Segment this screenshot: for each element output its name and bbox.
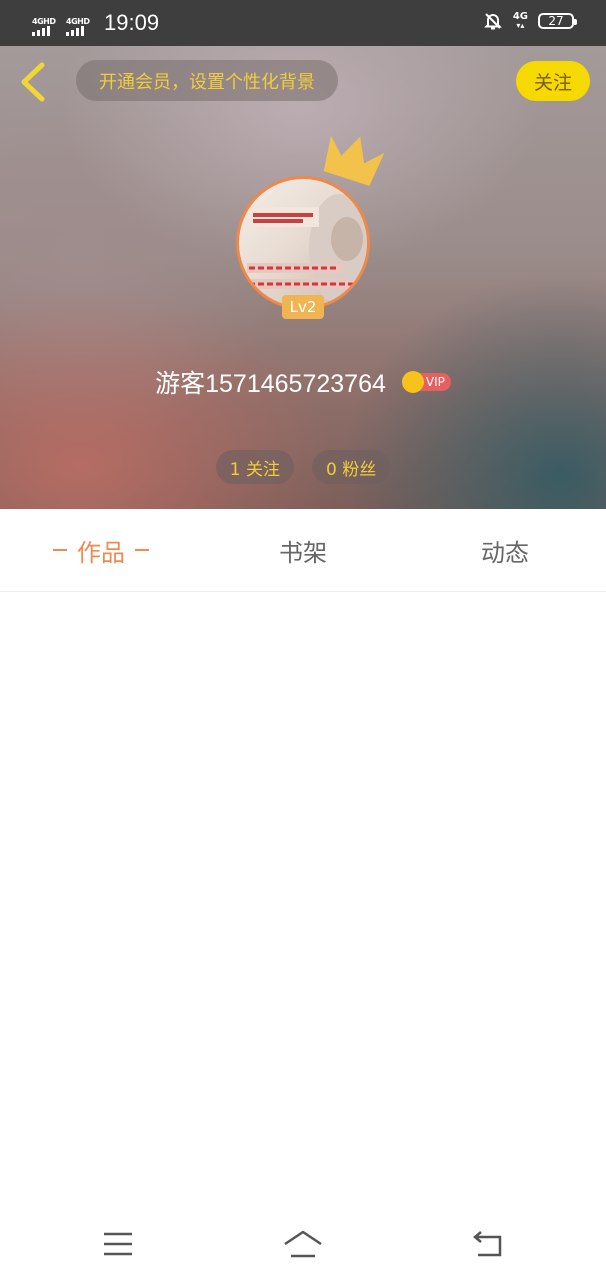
following-count: 1 关注 (229, 459, 280, 480)
stats-row: 1 关注 0 粉丝 (0, 450, 606, 484)
battery-level: 27 (548, 14, 564, 28)
tab-bookshelf-label: 书架 (279, 538, 327, 567)
followers-pill[interactable]: 0 粉丝 (312, 450, 391, 484)
sim2-label: 4GHD (66, 17, 90, 26)
sim1-label: 4GHD (32, 17, 56, 26)
following-pill[interactable]: 1 关注 (215, 450, 294, 484)
profile-tabs: 作品 书架 动态 (0, 509, 606, 592)
username-row: 游客1571465723764 VIP (0, 364, 606, 400)
status-left: 4GHD 4GHD 19:09 (32, 10, 159, 36)
profile-header: 开通会员，设置个性化背景 关注 Lv2 游客1571465723764 VIP … (0, 46, 606, 509)
menu-button[interactable] (88, 1222, 148, 1266)
avatar-image (236, 176, 370, 310)
back-nav-button[interactable] (458, 1222, 518, 1266)
signal-sim2-icon: 4GHD (66, 17, 94, 36)
tab-active-dash-left (53, 549, 67, 551)
follow-button[interactable]: 关注 (516, 61, 590, 101)
username: 游客1571465723764 (155, 370, 386, 398)
status-bar: 4GHD 4GHD 19:09 4G ▾▴ 27 (0, 0, 606, 46)
home-icon (284, 1230, 322, 1258)
battery-icon: 27 (538, 13, 577, 29)
chevron-left-icon (21, 62, 45, 102)
tab-bookshelf[interactable]: 书架 (202, 509, 404, 591)
vip-sun-icon (401, 371, 424, 393)
follow-label: 关注 (533, 71, 572, 94)
home-button[interactable] (273, 1222, 333, 1266)
tab-works[interactable]: 作品 (0, 509, 202, 591)
back-icon (473, 1231, 502, 1257)
tab-activity-label: 动态 (481, 538, 529, 567)
back-button[interactable] (14, 60, 54, 104)
level-badge: Lv2 (282, 295, 324, 319)
signal-sim1-icon: 4GHD (32, 17, 60, 36)
status-right: 4G ▾▴ 27 (483, 11, 577, 31)
mute-bell-icon (483, 13, 502, 30)
system-nav-bar (0, 1210, 606, 1280)
tab-active-dash-right (135, 549, 149, 551)
avatar-cover-art (247, 194, 367, 304)
avatar[interactable] (236, 176, 370, 310)
followers-count: 0 粉丝 (326, 459, 377, 480)
vip-badge: VIP (401, 371, 451, 393)
vip-banner-label: 开通会员，设置个性化背景 (99, 71, 315, 93)
network-icon: 4G ▾▴ (512, 11, 528, 30)
menu-icon (104, 1232, 132, 1256)
level-label: Lv2 (289, 298, 317, 316)
tab-works-label: 作品 (77, 538, 125, 567)
tab-activity[interactable]: 动态 (404, 509, 606, 591)
vip-banner-button[interactable]: 开通会员，设置个性化背景 (76, 60, 338, 101)
status-time: 19:09 (104, 10, 160, 35)
tab-content-area (0, 592, 606, 1210)
